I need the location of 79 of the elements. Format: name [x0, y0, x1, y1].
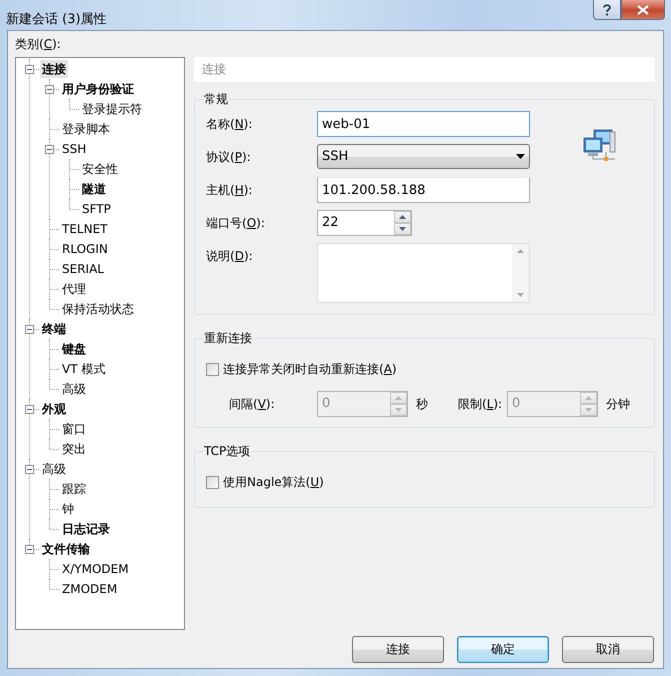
tree-item[interactable]: SERIAL — [60, 260, 106, 278]
up-arrow-icon — [395, 396, 402, 400]
field-label: 端口号(O): — [206, 215, 266, 232]
tree-item[interactable]: X/YMODEM — [60, 560, 131, 578]
category-tree[interactable]: 连接 用户身份验证 登录提示符 登录脚本 SSH 安全性 隧道 SFTP TELNET RLOGIN SERIAL 代理 保持活动状态 终端 键盘 VT 模式 高级 外观 窗口 突出 高级 跟踪 钟 日志记录 文件传输 X/YMODEM ZMODEM — [15, 57, 185, 630]
collapse-icon[interactable] — [25, 325, 34, 334]
tree-item[interactable]: 文件传输 — [40, 540, 92, 558]
tree-item[interactable]: 终端 — [40, 320, 68, 338]
tree-item[interactable]: 隧道 — [80, 180, 108, 198]
scroll-up-icon — [517, 249, 524, 253]
tree-item[interactable]: RLOGIN — [60, 240, 110, 258]
help-button[interactable] — [593, 0, 621, 20]
text-field[interactable]: 101.200.58.188 — [317, 177, 530, 203]
group-title: 常规 — [203, 91, 229, 108]
field-label: 限制(L): — [458, 396, 504, 412]
category-label: 类别(C): — [15, 36, 62, 52]
collapse-icon[interactable] — [25, 465, 34, 474]
tree-item[interactable]: 钟 — [60, 500, 76, 518]
scroll-down-icon — [517, 293, 524, 297]
tree-item[interactable]: 连接 — [40, 60, 68, 78]
scrollbar[interactable] — [512, 244, 529, 302]
tree-item[interactable]: 登录提示符 — [80, 100, 144, 118]
down-arrow-icon — [585, 408, 592, 412]
tree-item[interactable]: SFTP — [80, 200, 113, 218]
field-label: 协议(P): — [206, 149, 252, 166]
window-title: 新建会话 (3)属性 — [6, 11, 107, 28]
dialog-button[interactable]: 取消 — [562, 636, 654, 663]
group-title: TCP选项 — [203, 443, 252, 460]
checkbox-label: 使用Nagle算法(U) — [223, 474, 324, 491]
tree-item[interactable]: 键盘 — [60, 340, 88, 358]
help-icon — [602, 4, 612, 16]
checkbox[interactable] — [206, 363, 219, 376]
tree-item[interactable]: 安全性 — [80, 160, 120, 178]
close-button[interactable] — [621, 0, 665, 20]
collapse-icon[interactable] — [25, 65, 34, 74]
network-computers-icon — [582, 128, 616, 162]
spin-down-button[interactable] — [394, 223, 411, 235]
field-label: 名称(N): — [206, 116, 254, 133]
tree-item[interactable]: 用户身份验证 — [60, 80, 136, 98]
unit-label: 分钟 — [606, 396, 630, 412]
collapse-icon[interactable] — [45, 85, 54, 94]
tree-item[interactable]: 突出 — [60, 440, 88, 458]
tree-item[interactable]: 窗口 — [60, 420, 88, 438]
description-field[interactable] — [317, 243, 530, 303]
tree-item[interactable]: TELNET — [60, 220, 110, 238]
tree-item[interactable]: 代理 — [60, 280, 88, 298]
down-arrow-icon — [399, 227, 406, 231]
spin-up-button[interactable] — [394, 211, 411, 223]
tree-item[interactable]: 高级 — [60, 380, 88, 398]
text-field[interactable]: web-01 — [317, 111, 530, 137]
collapse-icon[interactable] — [25, 405, 34, 414]
field-label: 说明(D): — [206, 248, 254, 265]
tree-item[interactable]: 保持活动状态 — [60, 300, 136, 318]
tree-item[interactable]: 跟踪 — [60, 480, 88, 498]
tree-item[interactable]: 登录脚本 — [60, 120, 112, 138]
collapse-icon[interactable] — [45, 145, 54, 154]
port-spinner[interactable]: 22 — [317, 210, 412, 236]
down-arrow-icon — [395, 408, 402, 412]
unit-label: 秒 — [416, 396, 428, 412]
field-label: 间隔(V): — [229, 396, 276, 412]
collapse-icon[interactable] — [25, 545, 34, 554]
checkbox-label: 连接异常关闭时自动重新连接(A) — [223, 361, 397, 378]
checkbox[interactable] — [206, 476, 219, 489]
close-icon — [637, 4, 649, 14]
protocol-dropdown[interactable]: SSH — [317, 144, 530, 169]
group-title: 重新连接 — [203, 330, 253, 347]
tree-item[interactable]: 外观 — [40, 400, 68, 418]
dialog-button[interactable]: 确定 — [457, 636, 549, 663]
tree-item[interactable]: 高级 — [40, 460, 68, 478]
up-arrow-icon — [585, 396, 592, 400]
tree-item[interactable]: VT 模式 — [60, 360, 108, 378]
tree-item[interactable]: 日志记录 — [60, 520, 112, 538]
dialog-button[interactable]: 连接 — [352, 636, 444, 663]
up-arrow-icon — [399, 215, 406, 219]
tree-item[interactable]: SSH — [60, 140, 88, 158]
field-label: 主机(H): — [206, 182, 254, 199]
dropdown-caret-icon — [516, 154, 525, 159]
section-title: 连接 — [202, 61, 226, 78]
tree-item[interactable]: ZMODEM — [60, 580, 120, 598]
